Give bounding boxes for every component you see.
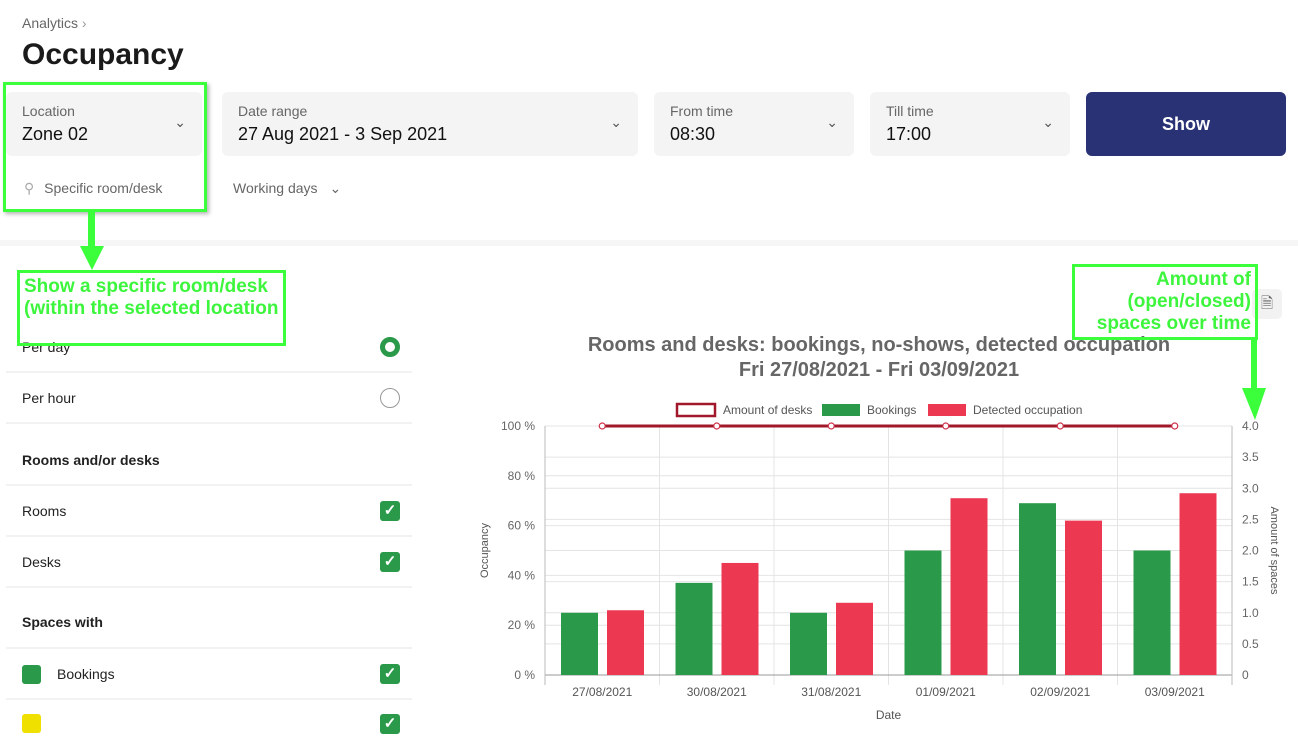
annotation-left: Show a specific room/desk (within the se…	[17, 270, 286, 346]
point-amount-of-desks	[713, 422, 721, 430]
bar-bookings	[1133, 550, 1171, 675]
section-divider	[0, 240, 1298, 246]
y2-tick-label: 2.5	[1242, 512, 1259, 526]
point-amount-of-desks	[1056, 422, 1064, 430]
date-range-label: Date range	[238, 103, 308, 119]
spaces-with-heading: Spaces with	[6, 588, 412, 649]
y-tick-label: 20 %	[508, 618, 536, 632]
x-axis-label: Date	[876, 708, 902, 720]
bar-detected-occupation	[1179, 493, 1217, 675]
occupancy-chart: Rooms and desks: bookings, no-shows, det…	[479, 334, 1280, 720]
y-axis-label: Occupancy	[479, 522, 491, 578]
x-tick-label: 31/08/2021	[801, 685, 861, 699]
working-days-dropdown[interactable]: Working days ⌄	[233, 180, 341, 197]
checkbox-checked-icon[interactable]: ✓	[380, 552, 400, 572]
y2-tick-label: 3.5	[1242, 450, 1259, 464]
radio-unselected[interactable]	[380, 388, 400, 408]
rooms-label: Rooms	[22, 503, 67, 519]
chevron-down-icon: ⌄	[610, 114, 622, 130]
breadcrumb-analytics[interactable]: Analytics	[22, 15, 78, 31]
y-tick-label: 100 %	[501, 419, 535, 433]
bar-detected-occupation	[1065, 520, 1102, 675]
x-tick-label: 03/09/2021	[1145, 685, 1205, 699]
legend-label: Detected occupation	[973, 403, 1082, 417]
till-time-select[interactable]: Till time 17:00 ⌄	[870, 92, 1070, 156]
bar-detected-occupation	[607, 610, 644, 675]
show-button[interactable]: Show	[1086, 92, 1286, 156]
option-per-hour[interactable]: Per hour	[6, 373, 412, 424]
working-days-label: Working days	[233, 180, 318, 196]
y2-tick-label: 0.5	[1242, 637, 1259, 651]
page-title: Occupancy	[22, 38, 184, 71]
from-time-select[interactable]: From time 08:30 ⌄	[654, 92, 854, 156]
chevron-right-icon: ›	[81, 15, 87, 31]
bar-bookings	[790, 612, 827, 675]
y2-tick-label: 2.0	[1242, 544, 1259, 558]
bookings-swatch	[22, 665, 41, 684]
x-tick-label: 30/08/2021	[687, 685, 747, 699]
checkbox-checked-icon[interactable]: ✓	[380, 714, 400, 734]
option-bookings[interactable]: Bookings ✓	[6, 649, 412, 700]
legend-swatch-detected	[928, 404, 966, 416]
chevron-down-icon: ⌄	[1042, 114, 1054, 130]
y2-tick-label: 3.0	[1242, 481, 1259, 495]
chevron-down-icon: ⌄	[826, 114, 838, 130]
annotation-arrow-down	[80, 212, 104, 270]
annotation-right: Amount of (open/closed) spaces over time	[1072, 264, 1258, 340]
per-hour-label: Per hour	[22, 390, 76, 406]
bookings-label: Bookings	[57, 666, 115, 682]
x-tick-label: 27/08/2021	[572, 685, 632, 699]
annotation-arrow-down	[1242, 340, 1266, 420]
radio-selected[interactable]	[380, 337, 400, 357]
option-rooms[interactable]: Rooms ✓	[6, 486, 412, 537]
point-amount-of-desks	[598, 422, 606, 430]
heading-label: Spaces with	[22, 614, 103, 630]
point-amount-of-desks	[827, 422, 835, 430]
legend-swatch-bookings	[822, 404, 860, 416]
from-time-label: From time	[670, 103, 733, 119]
bar-bookings	[561, 612, 598, 675]
till-time-label: Till time	[886, 103, 934, 119]
legend-label: Amount of desks	[723, 403, 812, 417]
point-amount-of-desks	[1171, 422, 1179, 430]
heading-label: Rooms and/or desks	[22, 452, 160, 468]
y-tick-label: 80 %	[508, 469, 536, 483]
y-tick-label: 60 %	[508, 519, 536, 533]
chevron-down-icon: ⌄	[329, 180, 342, 196]
option-desks[interactable]: Desks ✓	[6, 537, 412, 588]
chart-subtitle: Fri 27/08/2021 - Fri 03/09/2021	[739, 359, 1019, 381]
breadcrumb[interactable]: Analytics ›	[22, 15, 87, 31]
bar-detected-occupation	[836, 602, 873, 675]
y2-tick-label: 0	[1242, 668, 1249, 682]
x-tick-label: 01/09/2021	[916, 685, 976, 699]
bar-bookings	[675, 582, 713, 675]
from-time-value: 08:30	[670, 124, 716, 144]
no-shows-swatch	[22, 714, 41, 733]
bar-bookings	[1019, 503, 1056, 675]
bar-detected-occupation	[950, 498, 988, 675]
y2-tick-label: 1.0	[1242, 606, 1259, 620]
bar-bookings	[904, 550, 942, 675]
annotation-highlight-box	[3, 82, 207, 212]
desks-label: Desks	[22, 554, 61, 570]
y2-tick-label: 1.5	[1242, 575, 1259, 589]
x-tick-label: 02/09/2021	[1030, 685, 1090, 699]
bar-detected-occupation	[721, 562, 759, 675]
till-time-value: 17:00	[886, 124, 932, 144]
y-tick-label: 0 %	[514, 668, 535, 682]
option-no-shows[interactable]: ✓	[6, 700, 412, 751]
rooms-desks-heading: Rooms and/or desks	[6, 424, 412, 486]
date-range-select[interactable]: Date range 27 Aug 2021 - 3 Sep 2021 ⌄	[222, 92, 638, 156]
checkbox-checked-icon[interactable]: ✓	[380, 664, 400, 684]
legend-label: Bookings	[867, 403, 916, 417]
legend-swatch-amount	[675, 402, 717, 418]
checkbox-checked-icon[interactable]: ✓	[380, 501, 400, 521]
date-range-value: 27 Aug 2021 - 3 Sep 2021	[238, 124, 448, 144]
y-tick-label: 40 %	[508, 568, 536, 582]
y2-axis-label: Amount of spaces	[1268, 506, 1280, 595]
point-amount-of-desks	[942, 422, 950, 430]
